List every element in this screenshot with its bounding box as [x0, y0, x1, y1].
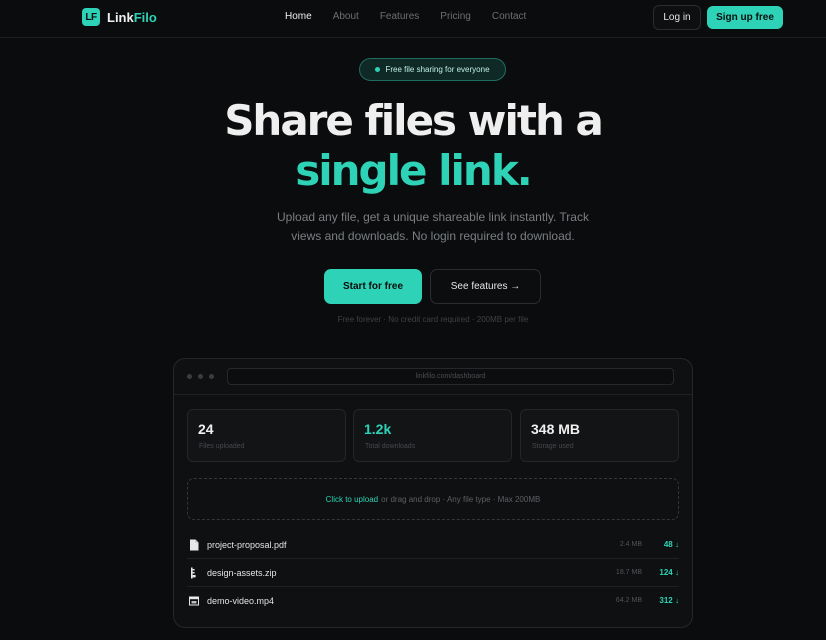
hero-badge-text: Free file sharing for everyone — [385, 65, 490, 74]
hero-title-line1: Share files with a — [224, 96, 604, 145]
signup-button[interactable]: Sign up free — [707, 6, 783, 29]
download-arrow-icon: ↓ — [675, 540, 679, 549]
file-size: 64.2 MB — [615, 597, 642, 604]
video-icon — [189, 596, 199, 606]
file-row[interactable]: demo-video.mp4 64.2 MB 312 ↓ — [187, 587, 679, 615]
zip-icon — [191, 567, 196, 579]
click-to-upload-link[interactable]: Click to upload — [326, 495, 378, 504]
file-size: 2.4 MB — [619, 541, 642, 548]
stat-card-files: 24 Files uploaded — [187, 409, 346, 462]
download-count: 124 ↓ — [659, 568, 679, 577]
upload-dropzone[interactable]: Click to upload or drag and drop · Any f… — [187, 478, 679, 520]
download-count: 48 ↓ — [664, 540, 679, 549]
logo[interactable]: LF LinkFilo — [82, 8, 157, 26]
window-dot-icon — [198, 374, 203, 379]
stat-label: Storage used — [532, 443, 574, 450]
stat-label: Files uploaded — [199, 443, 245, 450]
top-nav: LF LinkFilo Home About Features Pricing … — [0, 0, 826, 38]
download-count-value: 124 — [659, 568, 673, 577]
file-row[interactable]: design-assets.zip 18.7 MB 124 ↓ — [187, 559, 679, 587]
download-arrow-icon: ↓ — [675, 568, 679, 577]
nav-link-home[interactable]: Home — [285, 11, 312, 22]
dashboard-preview: linkfilo.com/dashboard 24 Files uploaded… — [173, 358, 693, 628]
upload-hint: or drag and drop · Any file type · Max 2… — [381, 494, 541, 504]
badge-dot-icon — [375, 67, 381, 72]
hero-badge: Free file sharing for everyone — [359, 58, 506, 81]
hero-note: Free forever · No credit card required ·… — [337, 315, 529, 324]
see-features-button[interactable]: See features → — [430, 269, 541, 304]
login-button[interactable]: Log in — [653, 5, 701, 30]
download-arrow-icon: ↓ — [675, 596, 679, 605]
file-name[interactable]: project-proposal.pdf — [207, 540, 287, 550]
document-icon — [190, 539, 199, 551]
nav-links: Home About Features Pricing Contact — [285, 11, 547, 22]
start-for-free-button[interactable]: Start for free — [324, 269, 422, 304]
hero-subtitle: Upload any file, get a unique shareable … — [277, 210, 589, 243]
nav-link-about[interactable]: About — [333, 11, 359, 22]
download-count: 312 ↓ — [659, 596, 679, 605]
stat-value: 348 MB — [531, 421, 581, 437]
stat-label: Total downloads — [365, 443, 416, 450]
logo-mark: LF — [82, 8, 100, 26]
stat-card-downloads: 1.2k Total downloads — [353, 409, 512, 462]
download-count-value: 48 — [663, 540, 673, 549]
download-count-value: 312 — [659, 596, 673, 605]
logo-name-a: Link — [107, 9, 134, 25]
nav-link-contact[interactable]: Contact — [492, 11, 526, 22]
file-name[interactable]: demo-video.mp4 — [207, 596, 274, 606]
logo-text: LinkFilo — [107, 10, 157, 25]
file-row[interactable]: project-proposal.pdf 2.4 MB 48 ↓ — [187, 531, 679, 559]
stat-value: 1.2k — [364, 421, 392, 437]
hero-title-line2: single link. — [295, 146, 532, 195]
logo-name-b: Filo — [133, 9, 157, 25]
url-bar: linkfilo.com/dashboard — [227, 368, 674, 385]
browser-bar: linkfilo.com/dashboard — [174, 359, 692, 395]
window-dot-icon — [209, 374, 214, 379]
file-name[interactable]: design-assets.zip — [207, 568, 277, 578]
nav-link-pricing[interactable]: Pricing — [440, 11, 471, 22]
file-size: 18.7 MB — [615, 569, 642, 576]
stat-card-storage: 348 MB Storage used — [520, 409, 679, 462]
nav-link-features[interactable]: Features — [380, 11, 419, 22]
stat-value: 24 — [198, 421, 214, 437]
window-dot-icon — [187, 374, 192, 379]
